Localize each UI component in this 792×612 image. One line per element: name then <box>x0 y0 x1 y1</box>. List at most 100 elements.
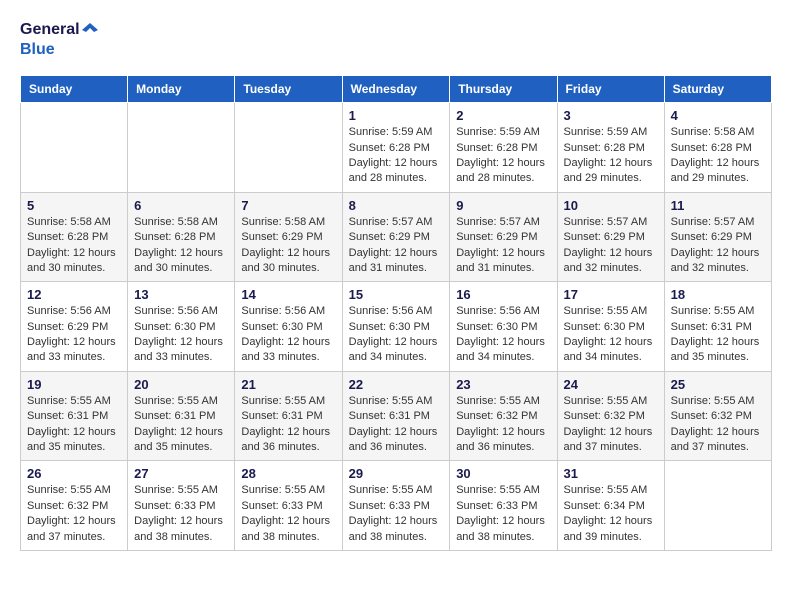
calendar-cell <box>235 103 342 193</box>
day-number: 11 <box>671 198 765 213</box>
calendar-cell: 27 Sunrise: 5:55 AM Sunset: 6:33 PM Dayli… <box>128 461 235 551</box>
day-number: 9 <box>456 198 550 213</box>
calendar-week-row: 1Sunrise: 5:59 AM Sunset: 6:28 PM Daylig… <box>21 103 772 193</box>
day-number: 26 <box>27 466 121 481</box>
col-header-friday: Friday <box>557 76 664 103</box>
day-info: Sunrise: 5:59 AM Sunset: 6:28 PM Dayligh… <box>564 125 658 187</box>
calendar-week-row: 26 Sunrise: 5:55 AM Sunset: 6:32 PM Dayli… <box>21 461 772 551</box>
calendar-cell: 4Sunrise: 5:58 AM Sunset: 6:28 PM Daylig… <box>664 103 771 193</box>
day-number: 24 <box>564 377 658 392</box>
col-header-tuesday: Tuesday <box>235 76 342 103</box>
calendar-cell: 2 Sunrise: 5:59 AM Sunset: 6:28 PM Daylig… <box>450 103 557 193</box>
calendar-cell: 3 Sunrise: 5:59 AM Sunset: 6:28 PM Daylig… <box>557 103 664 193</box>
day-info: Sunrise: 5:58 AM Sunset: 6:28 PM Dayligh… <box>27 215 121 277</box>
calendar-cell: 31Sunrise: 5:55 AM Sunset: 6:34 PM Dayli… <box>557 461 664 551</box>
day-info: Sunrise: 5:55 AM Sunset: 6:33 PM Dayligh… <box>134 483 228 545</box>
logo: General Blue <box>20 20 100 59</box>
calendar-table: SundayMondayTuesdayWednesdayThursdayFrid… <box>20 75 772 551</box>
calendar-cell: 9 Sunrise: 5:57 AM Sunset: 6:29 PM Daylig… <box>450 192 557 282</box>
col-header-sunday: Sunday <box>21 76 128 103</box>
calendar-cell: 28Sunrise: 5:55 AM Sunset: 6:33 PM Dayli… <box>235 461 342 551</box>
day-info: Sunrise: 5:55 AM Sunset: 6:33 PM Dayligh… <box>349 483 444 545</box>
day-info: Sunrise: 5:55 AM Sunset: 6:33 PM Dayligh… <box>456 483 550 545</box>
day-number: 15 <box>349 287 444 302</box>
day-info: Sunrise: 5:56 AM Sunset: 6:30 PM Dayligh… <box>134 304 228 366</box>
col-header-wednesday: Wednesday <box>342 76 450 103</box>
day-info: Sunrise: 5:59 AM Sunset: 6:28 PM Dayligh… <box>456 125 550 187</box>
calendar-cell: 17 Sunrise: 5:55 AM Sunset: 6:30 PM Dayli… <box>557 282 664 372</box>
day-info: Sunrise: 5:55 AM Sunset: 6:31 PM Dayligh… <box>134 394 228 456</box>
day-info: Sunrise: 5:55 AM Sunset: 6:32 PM Dayligh… <box>27 483 121 545</box>
calendar-cell: 15 Sunrise: 5:56 AM Sunset: 6:30 PM Dayli… <box>342 282 450 372</box>
logo-bird-icon <box>80 20 100 40</box>
day-info: Sunrise: 5:57 AM Sunset: 6:29 PM Dayligh… <box>456 215 550 277</box>
day-number: 7 <box>241 198 335 213</box>
calendar-cell: 5Sunrise: 5:58 AM Sunset: 6:28 PM Daylig… <box>21 192 128 282</box>
day-number: 8 <box>349 198 444 213</box>
day-number: 21 <box>241 377 335 392</box>
calendar-week-row: 5Sunrise: 5:58 AM Sunset: 6:28 PM Daylig… <box>21 192 772 282</box>
calendar-week-row: 19 Sunrise: 5:55 AM Sunset: 6:31 PM Dayli… <box>21 371 772 461</box>
day-info: Sunrise: 5:55 AM Sunset: 6:31 PM Dayligh… <box>349 394 444 456</box>
day-info: Sunrise: 5:55 AM Sunset: 6:31 PM Dayligh… <box>671 304 765 366</box>
calendar-cell: 6 Sunrise: 5:58 AM Sunset: 6:28 PM Daylig… <box>128 192 235 282</box>
day-info: Sunrise: 5:55 AM Sunset: 6:32 PM Dayligh… <box>456 394 550 456</box>
day-number: 22 <box>349 377 444 392</box>
day-info: Sunrise: 5:55 AM Sunset: 6:32 PM Dayligh… <box>564 394 658 456</box>
day-info: Sunrise: 5:56 AM Sunset: 6:30 PM Dayligh… <box>456 304 550 366</box>
calendar-cell: 8 Sunrise: 5:57 AM Sunset: 6:29 PM Daylig… <box>342 192 450 282</box>
calendar-cell: 14Sunrise: 5:56 AM Sunset: 6:30 PM Dayli… <box>235 282 342 372</box>
day-info: Sunrise: 5:55 AM Sunset: 6:30 PM Dayligh… <box>564 304 658 366</box>
calendar-cell: 16 Sunrise: 5:56 AM Sunset: 6:30 PM Dayli… <box>450 282 557 372</box>
day-info: Sunrise: 5:55 AM Sunset: 6:31 PM Dayligh… <box>27 394 121 456</box>
day-number: 28 <box>241 466 335 481</box>
day-number: 12 <box>27 287 121 302</box>
day-number: 25 <box>671 377 765 392</box>
calendar-cell: 19 Sunrise: 5:55 AM Sunset: 6:31 PM Dayli… <box>21 371 128 461</box>
calendar-cell <box>664 461 771 551</box>
page-header: General Blue <box>20 20 772 59</box>
calendar-cell <box>21 103 128 193</box>
day-number: 31 <box>564 466 658 481</box>
logo-text: General Blue <box>20 20 100 59</box>
calendar-cell: 30Sunrise: 5:55 AM Sunset: 6:33 PM Dayli… <box>450 461 557 551</box>
calendar-cell: 7Sunrise: 5:58 AM Sunset: 6:29 PM Daylig… <box>235 192 342 282</box>
day-info: Sunrise: 5:57 AM Sunset: 6:29 PM Dayligh… <box>671 215 765 277</box>
calendar-cell: 21Sunrise: 5:55 AM Sunset: 6:31 PM Dayli… <box>235 371 342 461</box>
col-header-monday: Monday <box>128 76 235 103</box>
calendar-cell: 12 Sunrise: 5:56 AM Sunset: 6:29 PM Dayli… <box>21 282 128 372</box>
calendar-cell: 11 Sunrise: 5:57 AM Sunset: 6:29 PM Dayli… <box>664 192 771 282</box>
calendar-cell: 20 Sunrise: 5:55 AM Sunset: 6:31 PM Dayli… <box>128 371 235 461</box>
calendar-cell: 29 Sunrise: 5:55 AM Sunset: 6:33 PM Dayli… <box>342 461 450 551</box>
calendar-cell: 23Sunrise: 5:55 AM Sunset: 6:32 PM Dayli… <box>450 371 557 461</box>
day-info: Sunrise: 5:57 AM Sunset: 6:29 PM Dayligh… <box>564 215 658 277</box>
day-number: 16 <box>456 287 550 302</box>
day-number: 18 <box>671 287 765 302</box>
calendar-cell: 22 Sunrise: 5:55 AM Sunset: 6:31 PM Dayli… <box>342 371 450 461</box>
day-number: 29 <box>349 466 444 481</box>
day-number: 17 <box>564 287 658 302</box>
day-number: 20 <box>134 377 228 392</box>
day-number: 19 <box>27 377 121 392</box>
day-info: Sunrise: 5:55 AM Sunset: 6:32 PM Dayligh… <box>671 394 765 456</box>
day-number: 10 <box>564 198 658 213</box>
day-info: Sunrise: 5:56 AM Sunset: 6:29 PM Dayligh… <box>27 304 121 366</box>
day-number: 2 <box>456 108 550 123</box>
day-number: 14 <box>241 287 335 302</box>
day-info: Sunrise: 5:56 AM Sunset: 6:30 PM Dayligh… <box>349 304 444 366</box>
calendar-cell: 1Sunrise: 5:59 AM Sunset: 6:28 PM Daylig… <box>342 103 450 193</box>
day-info: Sunrise: 5:58 AM Sunset: 6:28 PM Dayligh… <box>671 125 765 187</box>
calendar-cell: 13 Sunrise: 5:56 AM Sunset: 6:30 PM Dayli… <box>128 282 235 372</box>
calendar-cell <box>128 103 235 193</box>
day-number: 3 <box>564 108 658 123</box>
calendar-week-row: 12 Sunrise: 5:56 AM Sunset: 6:29 PM Dayli… <box>21 282 772 372</box>
calendar-cell: 25 Sunrise: 5:55 AM Sunset: 6:32 PM Dayli… <box>664 371 771 461</box>
day-info: Sunrise: 5:57 AM Sunset: 6:29 PM Dayligh… <box>349 215 444 277</box>
day-number: 27 <box>134 466 228 481</box>
day-number: 13 <box>134 287 228 302</box>
day-info: Sunrise: 5:58 AM Sunset: 6:28 PM Dayligh… <box>134 215 228 277</box>
col-header-saturday: Saturday <box>664 76 771 103</box>
col-header-thursday: Thursday <box>450 76 557 103</box>
day-number: 6 <box>134 198 228 213</box>
calendar-cell: 24 Sunrise: 5:55 AM Sunset: 6:32 PM Dayli… <box>557 371 664 461</box>
